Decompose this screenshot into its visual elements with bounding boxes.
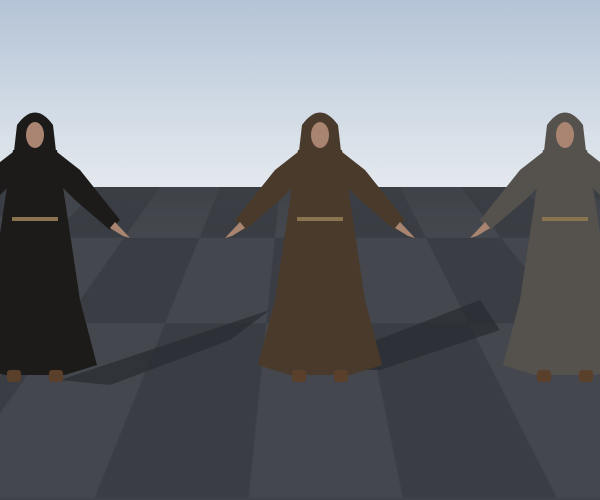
characters-layer <box>0 112 600 385</box>
right-sandal <box>579 370 593 382</box>
face <box>556 122 574 148</box>
left-sandal <box>292 370 306 382</box>
gray-robed-monk <box>470 112 600 382</box>
face <box>26 122 44 148</box>
right-sandal <box>334 370 348 382</box>
belt <box>542 217 588 221</box>
belt <box>297 217 343 221</box>
left-sandal <box>537 370 551 382</box>
right-sandal <box>49 370 63 382</box>
belt <box>12 217 58 221</box>
black-robed-monk <box>0 112 130 382</box>
face <box>311 122 329 148</box>
left-sandal <box>7 370 21 382</box>
